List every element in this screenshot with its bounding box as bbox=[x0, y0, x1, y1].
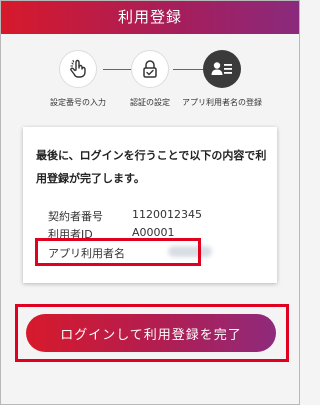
highlight-username-frame bbox=[35, 238, 201, 266]
hand-tap-icon bbox=[59, 50, 97, 88]
field-label: 契約者番号 bbox=[48, 210, 103, 223]
step-label: アプリ利用者名の登録 bbox=[182, 98, 262, 107]
step-app-username: アプリ利用者名の登録 bbox=[177, 50, 267, 108]
highlight-button-frame bbox=[15, 304, 289, 362]
progress-steps: 設定番号の入力 認証の設定 アプリ利用者名の登録 bbox=[1, 50, 299, 110]
user-card-icon bbox=[203, 50, 241, 88]
app-screen: 利用登録 設定番号の入力 認証の設定 アプリ利用者名の登録 最後に、ログインを行… bbox=[0, 0, 300, 405]
confirmation-message: 最後に、ログインを行うことで以下の内容で利用登録が完了します。 bbox=[36, 149, 267, 185]
lock-icon bbox=[131, 50, 169, 88]
page-title: 利用登録 bbox=[1, 1, 299, 34]
field-value: 1120012345 bbox=[132, 208, 202, 221]
